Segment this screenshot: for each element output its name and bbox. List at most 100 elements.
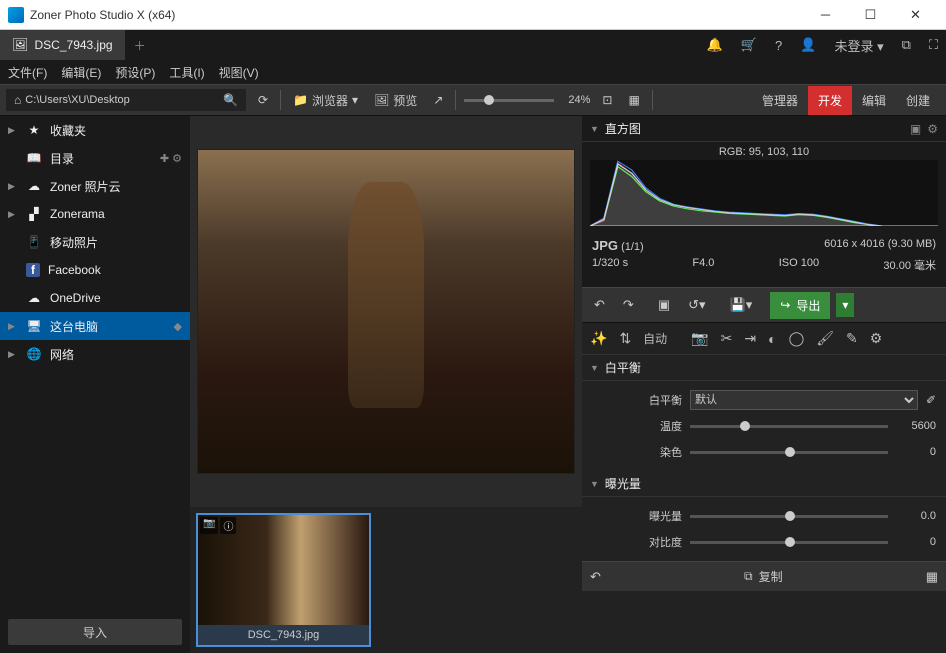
image-preview[interactable]	[190, 116, 582, 507]
grad-icon[interactable]: ◐	[768, 331, 776, 347]
save-icon[interactable]: 💾▾	[724, 293, 759, 317]
gear-icon[interactable]: ⚙	[927, 122, 938, 136]
wb-header[interactable]: ▼白平衡	[582, 355, 946, 381]
preview-mode[interactable]: 🖼 预览	[370, 92, 421, 109]
undo-icon[interactable]: ↶	[588, 293, 611, 317]
temp-label: 温度	[592, 418, 682, 434]
menu-view[interactable]: 视图(V)	[219, 64, 259, 81]
heal-icon[interactable]: ✎	[846, 330, 858, 347]
minimize-button[interactable]: ─	[803, 0, 848, 30]
mode-create[interactable]: 创建	[896, 86, 940, 115]
user-icon: 👤	[800, 37, 816, 53]
path-input[interactable]	[25, 94, 219, 106]
bell-icon[interactable]: 🔔	[707, 37, 723, 53]
close-button[interactable]: ✕	[893, 0, 938, 30]
wand-icon[interactable]: ✨	[590, 330, 607, 347]
exposure-value: 0.0	[896, 510, 936, 522]
maximize-button[interactable]: ☐	[848, 0, 893, 30]
document-tab[interactable]: 🖼 DSC_7943.jpg	[0, 30, 125, 60]
zoom-slider[interactable]	[464, 99, 554, 102]
mode-editor[interactable]: 编辑	[852, 86, 896, 115]
wb-select[interactable]: 默认	[690, 390, 918, 410]
refresh-icon[interactable]: ⟳	[254, 93, 272, 107]
auto-button[interactable]: 自动	[643, 330, 667, 347]
nav-this-pc[interactable]: ▶🖥这台电脑◆	[0, 312, 190, 340]
help-icon[interactable]: ?	[775, 38, 782, 53]
fit-icon[interactable]: ⊡	[598, 93, 616, 107]
menu-tools[interactable]: 工具(I)	[169, 64, 204, 81]
nav-onedrive[interactable]: ☁OneDrive	[0, 284, 190, 312]
document-tabbar: 🖼 DSC_7943.jpg ＋ 🔔 🛒 ? 👤 未登录 ▾ ⧉ ⛶	[0, 30, 946, 60]
mobile-icon: 📱	[26, 235, 42, 249]
crop-icon[interactable]: ✂	[721, 330, 733, 347]
window-titlebar: Zoner Photo Studio X (x64) ─ ☐ ✕	[0, 0, 946, 30]
mode-develop[interactable]: 开发	[808, 86, 852, 115]
thumbnail[interactable]: 📷ⓘ DSC_7943.jpg	[196, 513, 371, 647]
meta-format: JPG	[592, 238, 618, 253]
mode-switcher: 管理器 开发 编辑 创建	[752, 86, 940, 115]
copy-button[interactable]: ⧉ 复制	[611, 564, 916, 589]
temp-slider[interactable]	[690, 425, 888, 428]
search-icon[interactable]: 🔍	[219, 93, 242, 107]
nav-facebook[interactable]: fFacebook	[0, 256, 190, 284]
add-tab-button[interactable]: ＋	[125, 30, 155, 60]
tint-slider[interactable]	[690, 451, 888, 454]
collapse-icon[interactable]: ⇥	[744, 330, 756, 347]
levels-icon[interactable]: ⇅	[619, 330, 631, 347]
export-button[interactable]: ↪ 导出	[770, 292, 830, 319]
eyedropper-icon[interactable]: ✐	[926, 393, 936, 407]
facebook-icon: f	[26, 263, 40, 277]
nav-favorites[interactable]: ▶★收藏夹	[0, 116, 190, 144]
radial-icon[interactable]: ◯	[789, 330, 805, 347]
path-input-box: ⌂ 🔍	[6, 89, 246, 111]
import-button[interactable]: 导入	[8, 619, 182, 645]
browser-mode[interactable]: 📁 浏览器 ▾	[289, 92, 362, 109]
home-icon[interactable]: ⌂	[10, 93, 25, 107]
export-dropdown[interactable]: ▾	[836, 293, 854, 317]
login-status[interactable]: 未登录 ▾	[834, 36, 883, 55]
image-file-icon: 🖼	[12, 37, 29, 53]
contrast-slider[interactable]	[690, 541, 888, 544]
fullscreen-icon[interactable]: ⛶	[929, 37, 938, 53]
external-icon[interactable]: ↗	[429, 93, 447, 107]
nav-zonerama[interactable]: ▶▞Zonerama	[0, 200, 190, 228]
menu-preset[interactable]: 预设(P)	[115, 64, 155, 81]
camera-tool-icon[interactable]: 📷	[691, 330, 708, 347]
histogram-panel: RGB: 95, 103, 110	[582, 142, 946, 232]
exposure-header[interactable]: ▼曝光量	[582, 471, 946, 497]
main-area: ▶★收藏夹 📖目录✚ ⚙ ▶☁Zoner 照片云 ▶▞Zonerama 📱移动照…	[0, 116, 946, 653]
nav-network[interactable]: ▶🌐网络	[0, 340, 190, 368]
paste-icon[interactable]: ▦	[926, 569, 938, 585]
info-icon: ⓘ	[220, 517, 236, 534]
computer-icon: 🖥	[26, 319, 42, 333]
histogram-chart	[590, 160, 938, 226]
brush-icon[interactable]: 🖌	[816, 330, 834, 347]
meta-aperture: F4.0	[692, 257, 714, 273]
adjustments-panel: ▼白平衡 白平衡 默认 ✐ 温度 5600 染色 0 ▼曝光量	[582, 355, 946, 561]
camera-icon: 📷	[200, 517, 218, 534]
nav-mobile[interactable]: 📱移动照片	[0, 228, 190, 256]
redo-icon[interactable]: ↷	[617, 293, 640, 317]
camera-icon[interactable]: ▣	[910, 122, 921, 136]
meta-shutter: 1/320 s	[592, 257, 628, 273]
histogram-header[interactable]: ▼直方图 ▣ ⚙	[582, 116, 946, 142]
nav-zoner-cloud[interactable]: ▶☁Zoner 照片云	[0, 172, 190, 200]
separator	[652, 90, 653, 110]
settings-icon[interactable]: ⚙	[870, 330, 883, 347]
exposure-slider[interactable]	[690, 515, 888, 518]
compare-icon[interactable]: ▣	[652, 293, 676, 317]
menu-file[interactable]: 文件(F)	[8, 64, 47, 81]
cart-icon[interactable]: 🛒	[741, 37, 757, 53]
tab-filename: DSC_7943.jpg	[35, 38, 113, 52]
nav-catalog[interactable]: 📖目录✚ ⚙	[0, 144, 190, 172]
cloud-icon: ☁	[26, 179, 42, 193]
wb-label: 白平衡	[592, 392, 682, 408]
zonerama-icon: ▞	[26, 207, 42, 221]
action-bar: ↶ ↷ ▣ ↺▾ 💾▾ ↪ 导出 ▾	[582, 287, 946, 323]
reset-icon[interactable]: ↺▾	[682, 293, 711, 317]
back-icon[interactable]: ↶	[590, 569, 601, 585]
menu-edit[interactable]: 编辑(E)	[61, 64, 101, 81]
actual-size-icon[interactable]: ▦	[624, 93, 643, 107]
mode-manager[interactable]: 管理器	[752, 86, 808, 115]
screen-icon[interactable]: ⧉	[902, 37, 911, 53]
